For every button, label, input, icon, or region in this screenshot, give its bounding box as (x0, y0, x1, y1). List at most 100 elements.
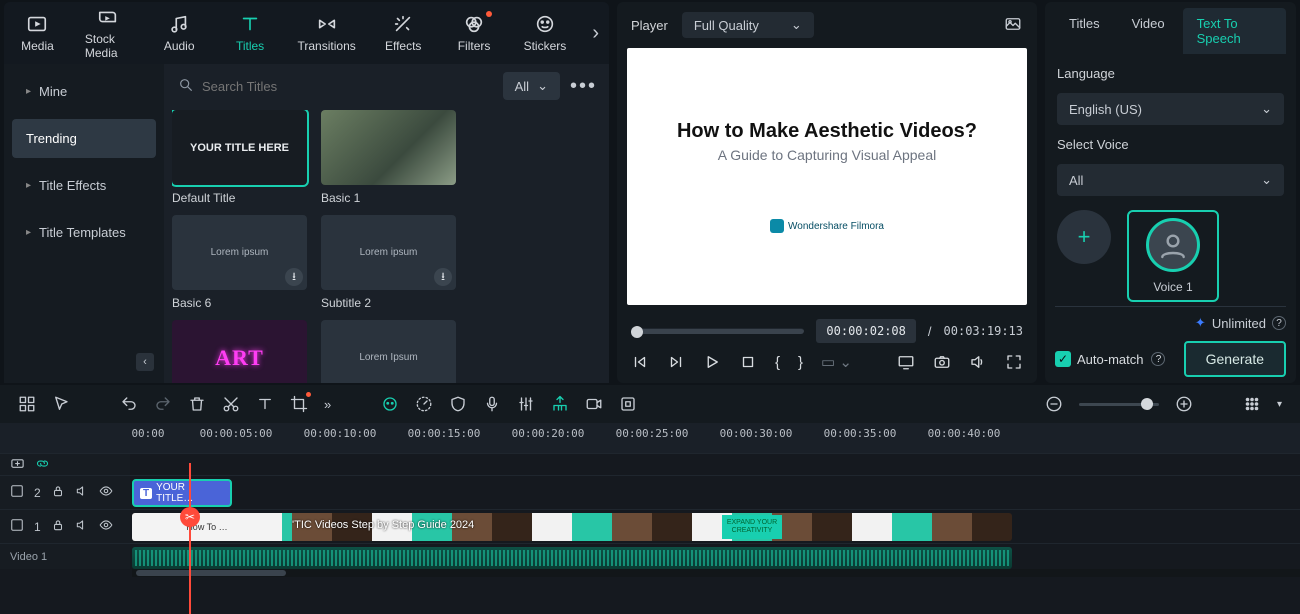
audio-clip[interactable] (132, 547, 1012, 569)
camera-icon[interactable] (933, 353, 951, 371)
video-clip[interactable]: How To … 'TIC Videos Step by Step Guide … (132, 513, 1012, 541)
record-icon[interactable] (585, 395, 603, 413)
filter-dropdown[interactable]: All ⌄ (503, 72, 560, 100)
more-options-icon[interactable]: ••• (570, 75, 597, 98)
title-basic-6[interactable]: Lorem ipsum ⭳ Basic 6 (172, 215, 307, 310)
zoom-slider[interactable] (1079, 403, 1159, 406)
download-icon[interactable]: ⭳ (434, 268, 452, 286)
mute-icon[interactable] (75, 484, 89, 501)
zoom-out-icon[interactable] (1045, 395, 1063, 413)
rtab-titles[interactable]: Titles (1055, 8, 1114, 54)
search-input[interactable] (202, 79, 362, 94)
mic-icon[interactable] (483, 395, 501, 413)
tab-stock-media[interactable]: Stock Media (85, 6, 132, 60)
cat-title-effects[interactable]: ▸Title Effects (12, 166, 156, 205)
title-clip[interactable]: T YOUR TITLE… (132, 479, 232, 507)
title-art[interactable]: ART (172, 320, 307, 383)
cat-trending[interactable]: Trending (12, 119, 156, 158)
visibility-icon[interactable] (99, 484, 113, 501)
more-tools-icon[interactable]: » (324, 397, 331, 412)
help-icon[interactable]: ? (1272, 316, 1286, 330)
delete-icon[interactable] (188, 395, 206, 413)
ratio-dropdown[interactable]: ▭ ⌄ (821, 353, 852, 371)
mute-icon[interactable] (75, 518, 89, 535)
horizontal-scrollbar[interactable] (132, 569, 1300, 577)
redo-icon[interactable] (154, 395, 172, 413)
auto-match-checkbox[interactable]: ✓ Auto-match ? (1055, 351, 1165, 367)
cat-mine[interactable]: ▸Mine (12, 72, 156, 111)
help-icon[interactable]: ? (1151, 352, 1165, 366)
timeline: 00:00 00:00:05:00 00:00:10:00 00:00:15:0… (0, 423, 1300, 614)
cat-title-templates[interactable]: ▸Title Templates (12, 213, 156, 252)
title-categories: ▸Mine Trending ▸Title Effects ▸Title Tem… (4, 64, 164, 383)
lock-icon[interactable] (51, 518, 65, 535)
add-track-icon[interactable] (10, 456, 25, 474)
shield-icon[interactable] (449, 395, 467, 413)
download-icon[interactable]: ⭳ (285, 268, 303, 286)
view-dropdown-icon[interactable]: ▾ (1277, 399, 1282, 410)
preview-canvas[interactable]: How to Make Aesthetic Videos? A Guide to… (627, 48, 1027, 305)
select-voice-label: Select Voice (1057, 137, 1284, 152)
mixer-icon[interactable] (517, 395, 535, 413)
fullscreen-icon[interactable] (1005, 353, 1023, 371)
more-tabs-caret-icon[interactable]: › (592, 22, 599, 45)
current-time: 00:00:02:08 (816, 319, 915, 343)
scrub-track[interactable] (631, 328, 804, 334)
mark-in-icon[interactable]: { (775, 354, 780, 371)
chevron-down-icon: ⌄ (1261, 101, 1272, 117)
generate-button[interactable]: Generate (1184, 341, 1286, 377)
tab-transitions[interactable]: Transitions (298, 13, 356, 53)
speed-icon[interactable] (415, 395, 433, 413)
prev-frame-icon[interactable] (631, 353, 649, 371)
undo-icon[interactable] (120, 395, 138, 413)
mark-out-icon[interactable]: } (798, 354, 803, 371)
time-ruler[interactable]: 00:00 00:00:05:00 00:00:10:00 00:00:15:0… (0, 423, 1300, 453)
title-default[interactable]: YOUR TITLE HERE Default Title (172, 110, 307, 205)
title-subtitle-2[interactable]: Lorem ipsum ⭳ Subtitle 2 (321, 215, 456, 310)
title-basic-1[interactable]: Basic 1 (321, 110, 456, 205)
visibility-icon[interactable] (99, 518, 113, 535)
rtab-tts[interactable]: Text To Speech (1183, 8, 1286, 54)
crop-icon[interactable] (290, 395, 308, 413)
scrub-knob[interactable] (631, 326, 643, 338)
tab-audio[interactable]: Audio (156, 13, 203, 53)
display-icon[interactable] (897, 353, 915, 371)
tab-effects[interactable]: Effects (380, 13, 427, 53)
zoom-knob[interactable] (1141, 398, 1153, 410)
volume-icon[interactable] (969, 353, 987, 371)
layout-icon[interactable] (18, 395, 36, 413)
add-voice-button[interactable]: + (1057, 210, 1111, 264)
player-label: Player (631, 18, 668, 33)
stop-icon[interactable] (739, 353, 757, 371)
quality-dropdown[interactable]: Full Quality ⌄ (682, 12, 814, 38)
tab-titles[interactable]: Titles (227, 13, 274, 53)
chevron-right-icon: ▸ (26, 86, 31, 97)
cursor-icon[interactable] (52, 395, 70, 413)
link-icon[interactable] (35, 456, 50, 474)
collapse-sidebar-button[interactable]: ‹ (136, 353, 154, 371)
keyframe-icon[interactable] (619, 395, 637, 413)
tab-stickers[interactable]: Stickers (522, 13, 569, 53)
lock-icon[interactable] (51, 484, 65, 501)
canvas-main-title: How to Make Aesthetic Videos? (677, 120, 977, 143)
voice-filter-dropdown[interactable]: All ⌄ (1057, 164, 1284, 196)
tab-filters[interactable]: Filters (451, 13, 498, 53)
voice-1-card[interactable]: Voice 1 (1127, 210, 1219, 302)
video-track-icon[interactable] (10, 518, 24, 535)
tab-media[interactable]: Media (14, 13, 61, 53)
player-panel: Player Full Quality ⌄ How to Make Aesthe… (617, 2, 1037, 383)
ai-tools-icon[interactable] (381, 395, 399, 413)
zoom-in-icon[interactable] (1175, 395, 1193, 413)
media-icon (25, 13, 49, 35)
marker-icon[interactable] (551, 395, 569, 413)
language-dropdown[interactable]: English (US) ⌄ (1057, 93, 1284, 125)
title-track-icon[interactable] (10, 484, 24, 501)
text-icon[interactable] (256, 395, 274, 413)
cut-icon[interactable] (222, 395, 240, 413)
play-icon[interactable] (703, 353, 721, 371)
rtab-video[interactable]: Video (1118, 8, 1179, 54)
title-lorem-ipsum[interactable]: Lorem Ipsum (321, 320, 456, 383)
next-frame-icon[interactable] (667, 353, 685, 371)
view-grid-icon[interactable] (1243, 395, 1261, 413)
snapshot-icon[interactable] (1003, 15, 1023, 36)
